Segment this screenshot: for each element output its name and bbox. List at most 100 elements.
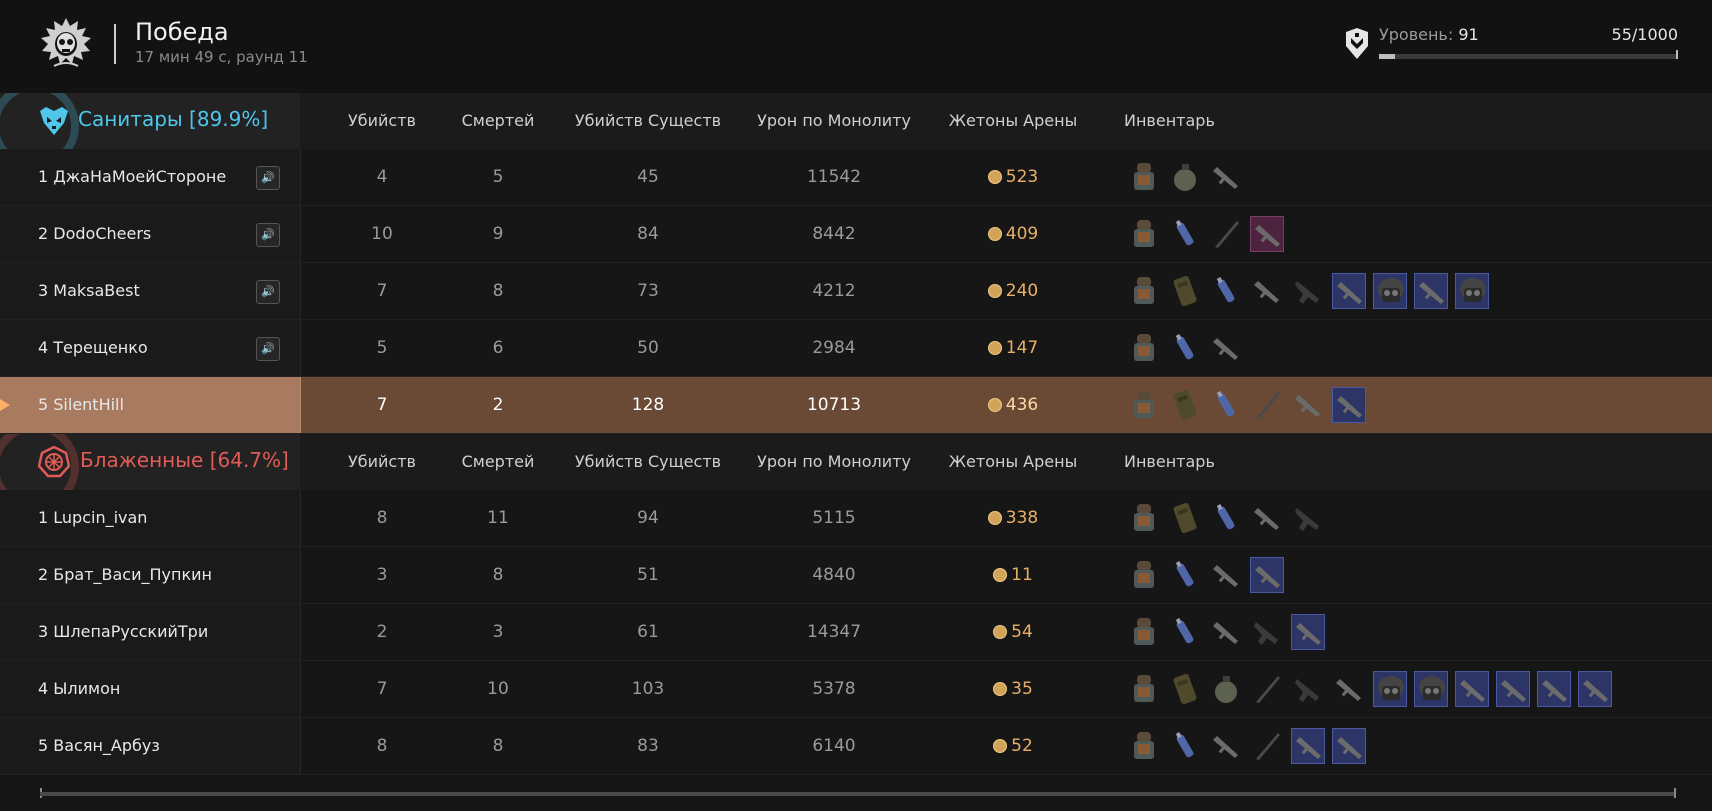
creature-kills-cell: 73 bbox=[637, 281, 659, 301]
player-name: 3 ШлепаРусскийТри bbox=[38, 622, 209, 641]
rifle-icon[interactable] bbox=[1578, 671, 1612, 707]
knife-icon[interactable] bbox=[1250, 728, 1284, 764]
rifle-icon[interactable] bbox=[1250, 216, 1284, 252]
backpack-icon[interactable] bbox=[1168, 273, 1202, 309]
medkit-icon[interactable] bbox=[1168, 216, 1202, 252]
medkit-icon[interactable] bbox=[1209, 273, 1243, 309]
helmet-icon[interactable] bbox=[1373, 671, 1407, 707]
tokens-value: 523 bbox=[1005, 167, 1039, 187]
medkit-icon[interactable] bbox=[1168, 614, 1202, 650]
kills-cell: 10 bbox=[371, 224, 393, 244]
grenade-icon[interactable] bbox=[1168, 159, 1202, 195]
medkit-icon[interactable] bbox=[1168, 330, 1202, 366]
pistol-icon[interactable] bbox=[1291, 500, 1325, 536]
rifle-icon[interactable] bbox=[1209, 557, 1243, 593]
backpack-icon[interactable] bbox=[1168, 387, 1202, 423]
rifle-icon[interactable] bbox=[1250, 557, 1284, 593]
player-row[interactable]: 2 DodoCheers 🔊 10 9 84 8442 409 bbox=[0, 206, 1712, 263]
deaths-cell: 2 bbox=[492, 395, 504, 415]
rifle-icon[interactable] bbox=[1209, 330, 1243, 366]
xp-progress-text: 55/1000 bbox=[1611, 25, 1678, 44]
tokens-value: 147 bbox=[1005, 338, 1039, 358]
voice-mute-icon[interactable]: 🔊 bbox=[256, 223, 280, 247]
rifle-icon[interactable] bbox=[1291, 614, 1325, 650]
player-name-cell: 5 SilentHill bbox=[0, 377, 301, 433]
rifle-icon[interactable] bbox=[1332, 671, 1366, 707]
helmet-icon[interactable] bbox=[1455, 273, 1489, 309]
knife-icon[interactable] bbox=[1250, 671, 1284, 707]
medkit-icon[interactable] bbox=[1209, 500, 1243, 536]
creature-kills-cell: 50 bbox=[637, 338, 659, 358]
rifle-icon[interactable] bbox=[1209, 159, 1243, 195]
player-row[interactable]: 3 ШлепаРусскийТри 2 3 61 14347 54 bbox=[0, 604, 1712, 661]
player-row[interactable]: 4 Ылимон 7 10 103 5378 35 bbox=[0, 661, 1712, 718]
creature-kills-cell: 45 bbox=[637, 167, 659, 187]
voice-mute-icon[interactable]: 🔊 bbox=[256, 280, 280, 304]
rifle-icon[interactable] bbox=[1332, 387, 1366, 423]
armor-icon[interactable] bbox=[1127, 216, 1161, 252]
rifle-icon[interactable] bbox=[1250, 273, 1284, 309]
voice-mute-icon[interactable]: 🔊 bbox=[256, 166, 280, 190]
player-row-self[interactable]: 5 SilentHill 7 2 128 10713 436 bbox=[0, 377, 1712, 434]
medkit-icon[interactable] bbox=[1209, 387, 1243, 423]
tokens-cell: 35 bbox=[940, 661, 1086, 717]
rifle-icon[interactable] bbox=[1455, 671, 1489, 707]
tokens-cell: 147 bbox=[940, 320, 1086, 376]
kills-cell: 8 bbox=[376, 736, 388, 756]
rifle-icon[interactable] bbox=[1250, 500, 1284, 536]
knife-icon[interactable] bbox=[1209, 216, 1243, 252]
player-row[interactable]: 1 ДжаНаМоейСтороне 🔊 4 5 45 11542 523 bbox=[0, 149, 1712, 206]
col-header-tokens: Жетоны Арены bbox=[948, 452, 1078, 471]
armor-icon[interactable] bbox=[1127, 387, 1161, 423]
player-row[interactable]: 1 Lupcin_ivan 8 11 94 5115 338 bbox=[0, 490, 1712, 547]
rifle-icon[interactable] bbox=[1291, 728, 1325, 764]
horizontal-scrollbar[interactable] bbox=[40, 792, 1676, 796]
col-header-deaths: Смертей bbox=[461, 452, 535, 471]
col-header-monolith-damage: Урон по Монолиту bbox=[757, 111, 911, 130]
arena-token-icon bbox=[993, 625, 1008, 639]
player-name-cell: 3 MaksaBest 🔊 bbox=[0, 263, 301, 319]
armor-icon[interactable] bbox=[1127, 557, 1161, 593]
player-row[interactable]: 3 MaksaBest 🔊 7 8 73 4212 240 bbox=[0, 263, 1712, 320]
match-duration: 17 мин 49 с, раунд 11 bbox=[135, 48, 308, 66]
grenade-icon[interactable] bbox=[1209, 671, 1243, 707]
knife-icon[interactable] bbox=[1250, 387, 1284, 423]
player-row[interactable]: 2 Брат_Васи_Пупкин 3 8 51 4840 11 bbox=[0, 547, 1712, 604]
rifle-icon[interactable] bbox=[1414, 273, 1448, 309]
rifle-icon[interactable] bbox=[1291, 387, 1325, 423]
backpack-icon[interactable] bbox=[1168, 671, 1202, 707]
medkit-icon[interactable] bbox=[1168, 728, 1202, 764]
medkit-icon[interactable] bbox=[1168, 557, 1202, 593]
xp-bar-end bbox=[1676, 50, 1678, 59]
rifle-icon[interactable] bbox=[1209, 728, 1243, 764]
armor-icon[interactable] bbox=[1127, 330, 1161, 366]
rifle-icon[interactable] bbox=[1537, 671, 1571, 707]
voice-mute-icon[interactable]: 🔊 bbox=[256, 337, 280, 361]
armor-icon[interactable] bbox=[1127, 273, 1161, 309]
tokens-cell: 11 bbox=[940, 547, 1086, 603]
xp-progress-bar bbox=[1379, 54, 1678, 59]
backpack-icon[interactable] bbox=[1168, 500, 1202, 536]
pistol-icon[interactable] bbox=[1291, 671, 1325, 707]
armor-icon[interactable] bbox=[1127, 500, 1161, 536]
helmet-icon[interactable] bbox=[1414, 671, 1448, 707]
helmet-icon[interactable] bbox=[1373, 273, 1407, 309]
pistol-icon[interactable] bbox=[1250, 614, 1284, 650]
monolith-damage-cell: 14347 bbox=[806, 622, 862, 642]
armor-icon[interactable] bbox=[1127, 159, 1161, 195]
rifle-icon[interactable] bbox=[1332, 273, 1366, 309]
player-row[interactable]: 4 Терещенко 🔊 5 6 50 2984 147 bbox=[0, 320, 1712, 377]
player-row[interactable]: 5 Васян_Арбуз 8 8 83 6140 52 bbox=[0, 718, 1712, 775]
armor-icon[interactable] bbox=[1127, 614, 1161, 650]
team-section-blessed: Блаженные [64.7%] Убийств Смертей Убийст… bbox=[0, 434, 1712, 775]
col-header-inventory: Инвентарь bbox=[1124, 111, 1215, 130]
col-header-creature-kills: Убийств Существ bbox=[574, 111, 722, 130]
armor-icon[interactable] bbox=[1127, 671, 1161, 707]
monolith-damage-cell: 5378 bbox=[812, 679, 856, 699]
armor-icon[interactable] bbox=[1127, 728, 1161, 764]
tokens-cell: 54 bbox=[940, 604, 1086, 660]
rifle-icon[interactable] bbox=[1496, 671, 1530, 707]
rifle-icon[interactable] bbox=[1332, 728, 1366, 764]
rifle-icon[interactable] bbox=[1209, 614, 1243, 650]
pistol-icon[interactable] bbox=[1291, 273, 1325, 309]
